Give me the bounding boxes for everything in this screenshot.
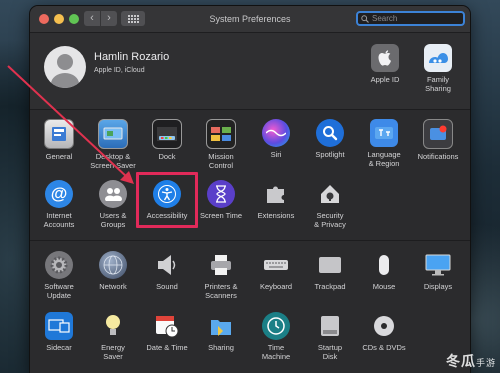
- watermark-logo: 冬瓜手游: [445, 354, 496, 370]
- pointer-arrow: [7, 65, 134, 184]
